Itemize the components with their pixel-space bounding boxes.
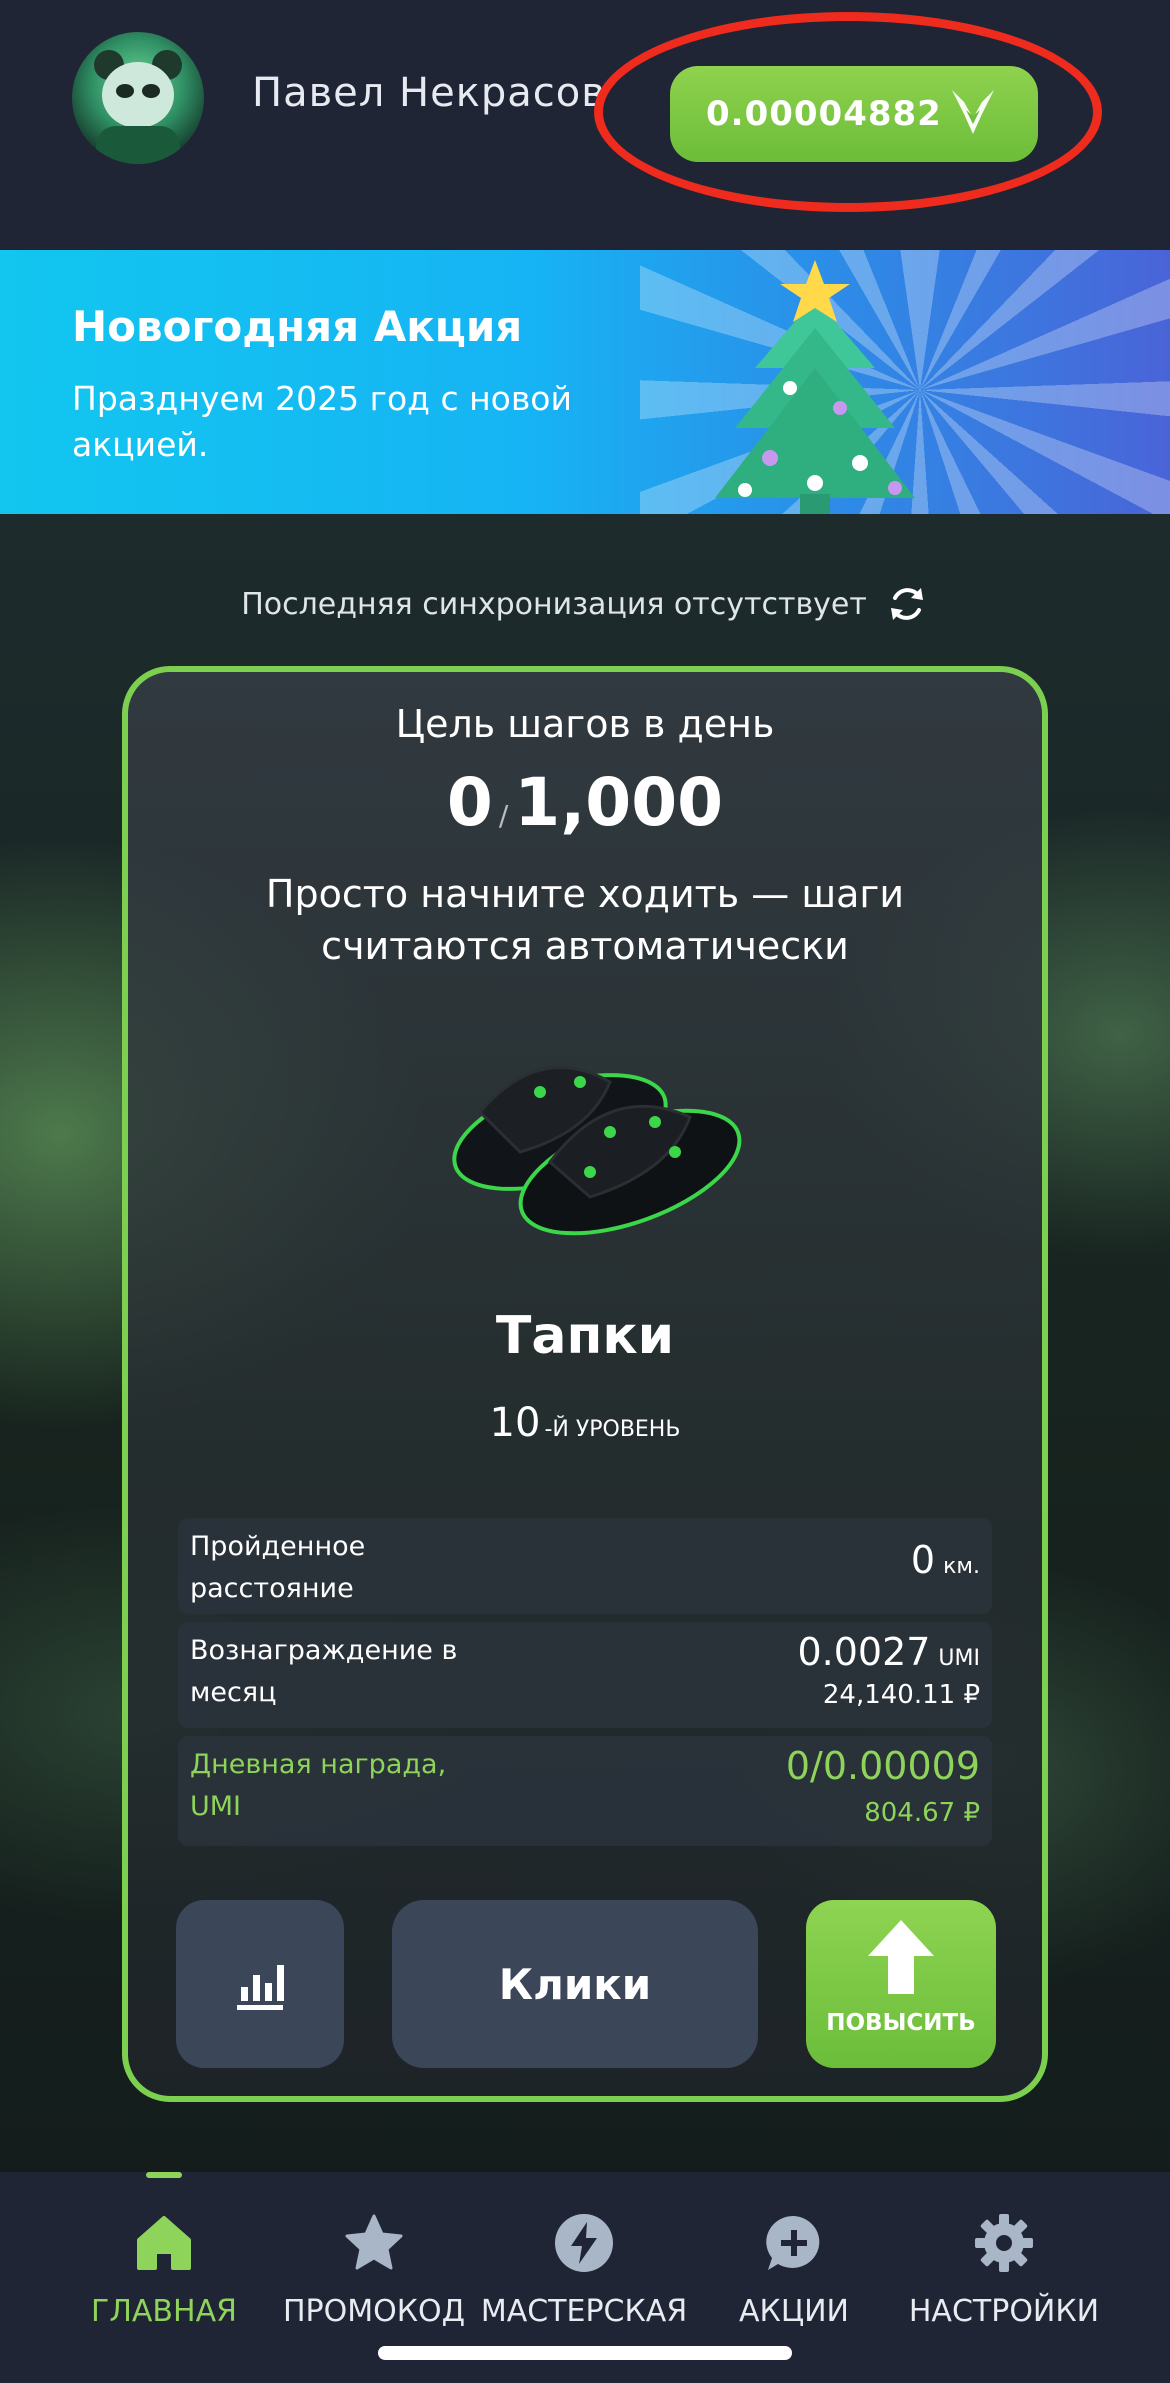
slippers-image bbox=[452, 1066, 742, 1236]
avatar-eye-right bbox=[142, 84, 160, 98]
nav-item-promotions[interactable]: АКЦИИ bbox=[684, 2212, 904, 2342]
avatar-face bbox=[102, 62, 174, 128]
bar-chart-icon bbox=[237, 1965, 284, 2010]
steps-goal: 1,000 bbox=[514, 764, 724, 841]
monthly-label: Вознаграждение в месяц bbox=[190, 1635, 458, 1708]
upgrade-button[interactable]: ПОВЫСИТЬ bbox=[806, 1900, 996, 2068]
monthly-rub: 24,140.11 ₽ bbox=[822, 1680, 980, 1710]
header: Павел Некрасов 0.00004882 bbox=[0, 0, 1170, 250]
sync-text: Последняя синхронизация отсутствует bbox=[241, 586, 867, 622]
promo-banner[interactable]: Новогодняя Акция Празднуем 2025 год с но… bbox=[0, 250, 1170, 514]
clicks-button[interactable]: Клики bbox=[392, 1900, 758, 2068]
monthly-unit: UMI bbox=[938, 1646, 980, 1671]
refresh-icon[interactable] bbox=[885, 582, 929, 626]
nav-label-workshop: МАСТЕРСКАЯ bbox=[480, 2294, 688, 2329]
monthly-value: 0.0027 bbox=[797, 1630, 931, 1674]
lightning-icon bbox=[555, 2214, 613, 2272]
distance-unit: км. bbox=[943, 1554, 980, 1579]
steps-current: 0 bbox=[446, 764, 493, 841]
distance-value: 0 bbox=[910, 1538, 936, 1582]
item-name: Тапки bbox=[495, 1306, 675, 1366]
nav-item-home[interactable]: ГЛАВНАЯ bbox=[54, 2212, 274, 2342]
banner-subtitle: Празднуем 2025 год с новой акцией. bbox=[72, 379, 572, 464]
christmas-tree-icon bbox=[715, 260, 915, 514]
avatar-eye-left bbox=[116, 84, 134, 98]
nav-label-promotions: АКЦИИ bbox=[739, 2294, 849, 2329]
nav-item-workshop[interactable]: МАСТЕРСКАЯ bbox=[474, 2212, 694, 2342]
main-content: Последняя синхронизация отсутствует Цель… bbox=[0, 514, 1170, 2172]
goal-hint: Просто начните ходить — шаги считаются а… bbox=[265, 872, 905, 968]
steps-separator: / bbox=[498, 799, 509, 832]
distance-value-wrap: 0 км. bbox=[911, 1538, 980, 1582]
avatar-body bbox=[96, 126, 180, 164]
statistics-button[interactable] bbox=[176, 1900, 344, 2068]
nav-label-home: ГЛАВНАЯ bbox=[91, 2294, 237, 2329]
stat-monthly-reward: Вознаграждение в месяц 0.0027 UMI 24,140.… bbox=[178, 1622, 992, 1728]
avatar[interactable] bbox=[72, 32, 204, 164]
home-icon bbox=[137, 2216, 191, 2270]
daily-label: Дневная награда, UMI bbox=[190, 1749, 447, 1822]
home-indicator[interactable] bbox=[378, 2346, 792, 2360]
stat-daily-reward: Дневная награда, UMI 0/0.00009 804.67 ₽ bbox=[178, 1736, 992, 1846]
distance-label: Пройденное расстояние bbox=[190, 1531, 366, 1604]
gear-icon bbox=[975, 2214, 1033, 2272]
arrow-up-icon bbox=[868, 1920, 934, 1994]
daily-rub: 804.67 ₽ bbox=[864, 1798, 980, 1828]
goal-title: Цель шагов в день bbox=[395, 702, 775, 746]
balance-button[interactable]: 0.00004882 bbox=[670, 66, 1038, 162]
balance-value: 0.00004882 bbox=[706, 94, 942, 134]
upgrade-label: ПОВЫСИТЬ bbox=[826, 2010, 976, 2036]
steps-counter: 0/1,000 bbox=[128, 764, 1042, 841]
stat-distance: Пройденное расстояние 0 км. bbox=[178, 1518, 992, 1614]
daily-value: 0/0.00009 bbox=[785, 1744, 980, 1788]
item-level: 10 -Й УРОВЕНЬ bbox=[128, 1400, 1042, 1446]
monthly-value-wrap: 0.0027 UMI bbox=[797, 1630, 980, 1674]
fox-logo-icon bbox=[952, 90, 994, 134]
active-tab-indicator bbox=[146, 2172, 182, 2178]
level-suffix: -Й УРОВЕНЬ bbox=[544, 1417, 681, 1442]
chat-plus-icon bbox=[766, 2215, 820, 2270]
steps-card: Цель шагов в день 0/1,000 Просто начните… bbox=[122, 666, 1048, 2102]
user-name: Павел Некрасов bbox=[252, 70, 606, 116]
nav-item-settings[interactable]: НАСТРОЙКИ bbox=[894, 2212, 1114, 2342]
nav-label-settings: НАСТРОЙКИ bbox=[908, 2294, 1100, 2329]
nav-label-promocode: ПРОМОКОД bbox=[282, 2294, 466, 2329]
sync-status[interactable]: Последняя синхронизация отсутствует bbox=[0, 564, 1170, 644]
nav-item-promocode[interactable]: ПРОМОКОД bbox=[264, 2212, 484, 2342]
level-number: 10 bbox=[489, 1400, 541, 1446]
star-icon bbox=[345, 2214, 403, 2270]
banner-title: Новогодняя Акция bbox=[72, 302, 523, 351]
